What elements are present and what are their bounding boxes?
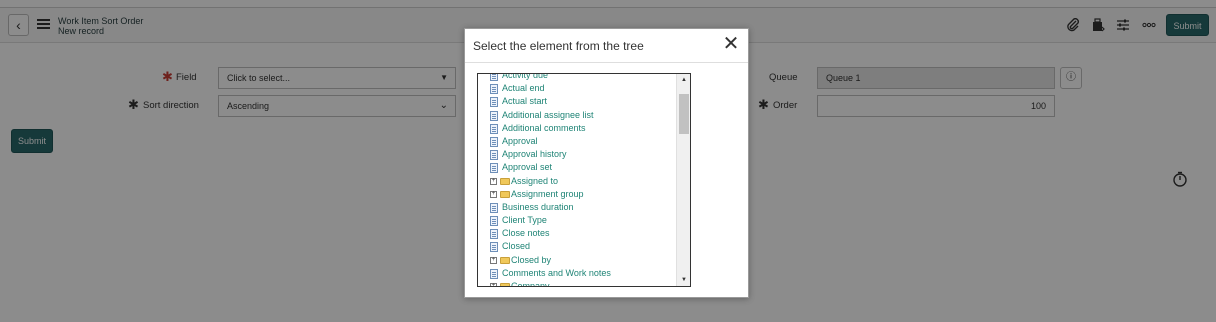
tree-item-label: Approval history [502,149,567,160]
tree-item-label: Actual start [502,96,548,107]
divider [465,62,748,63]
tree-item[interactable]: Actual end [490,82,674,95]
tree-item[interactable]: + Assigned to [490,175,674,188]
element-tree-dialog: Select the element from the tree ✕ Activ… [464,28,749,298]
document-icon [490,136,498,147]
tree-item[interactable]: Client Type [490,214,674,227]
scroll-thumb[interactable] [679,94,689,134]
document-icon [490,216,498,227]
tree-item-label: Assignment group [511,188,584,199]
document-icon [490,163,498,174]
tree-item[interactable]: Comments and Work notes [490,267,674,280]
element-tree: Activity due Actual end Actual start Additi… [477,73,691,287]
document-icon [490,150,498,161]
tree-scrollbar[interactable]: ▲ ▼ [676,74,690,286]
tree-item-label: Assigned to [511,175,559,186]
tree-item[interactable]: Activity due [490,73,674,82]
document-icon [490,110,498,121]
tree-item[interactable]: Additional comments [490,122,674,135]
tree-item-label: Approval set [502,162,553,173]
close-icon[interactable]: ✕ [721,34,741,55]
folder-icon [500,190,510,198]
tree-item-label: Business duration [502,201,574,212]
document-icon [490,229,498,240]
tree-item-label: Company [511,281,550,287]
document-icon [490,84,498,95]
tree-list: Activity due Actual end Actual start Additi… [490,73,674,287]
tree-item[interactable]: + Closed by [490,254,674,267]
tree-item[interactable]: Approval [490,135,674,148]
tree-item-label: Additional assignee list [502,109,594,120]
tree-item[interactable]: Approval set [490,161,674,174]
document-icon [490,74,498,81]
tree-item[interactable]: Actual start [490,95,674,108]
tree-item[interactable]: Closed [490,240,674,253]
document-icon [490,123,498,134]
expand-icon[interactable]: + [490,283,497,286]
tree-item-label: Closed by [511,254,552,265]
tree-item-label: Closed [502,241,531,252]
tree-item-label: Comments and Work notes [502,267,611,278]
document-icon [490,268,498,279]
tree-item-label: Client Type [502,215,547,226]
tree-item-label: Activity due [502,73,549,80]
tree-item-label: Close notes [502,228,550,239]
dialog-title: Select the element from the tree [473,39,644,53]
document-icon [490,97,498,108]
tree-item[interactable]: Close notes [490,227,674,240]
folder-icon [500,283,510,286]
document-icon [490,202,498,213]
tree-item[interactable]: Approval history [490,148,674,161]
tree-item-label: Approval [502,135,538,146]
expand-icon[interactable]: + [490,256,497,264]
tree-item[interactable]: Business duration [490,201,674,214]
tree-item-label: Additional comments [502,122,586,133]
folder-icon [500,177,510,185]
tree-item[interactable]: Additional assignee list [490,109,674,122]
tree-item-label: Actual end [502,83,545,94]
scroll-up-icon[interactable]: ▲ [677,74,690,86]
document-icon [490,242,498,253]
tree-item[interactable]: + Company [490,280,674,287]
expand-icon[interactable]: + [490,190,497,198]
tree-item[interactable]: + Assignment group [490,188,674,201]
expand-icon[interactable]: + [490,177,497,185]
scroll-down-icon[interactable]: ▼ [677,274,690,286]
folder-icon [500,256,510,264]
